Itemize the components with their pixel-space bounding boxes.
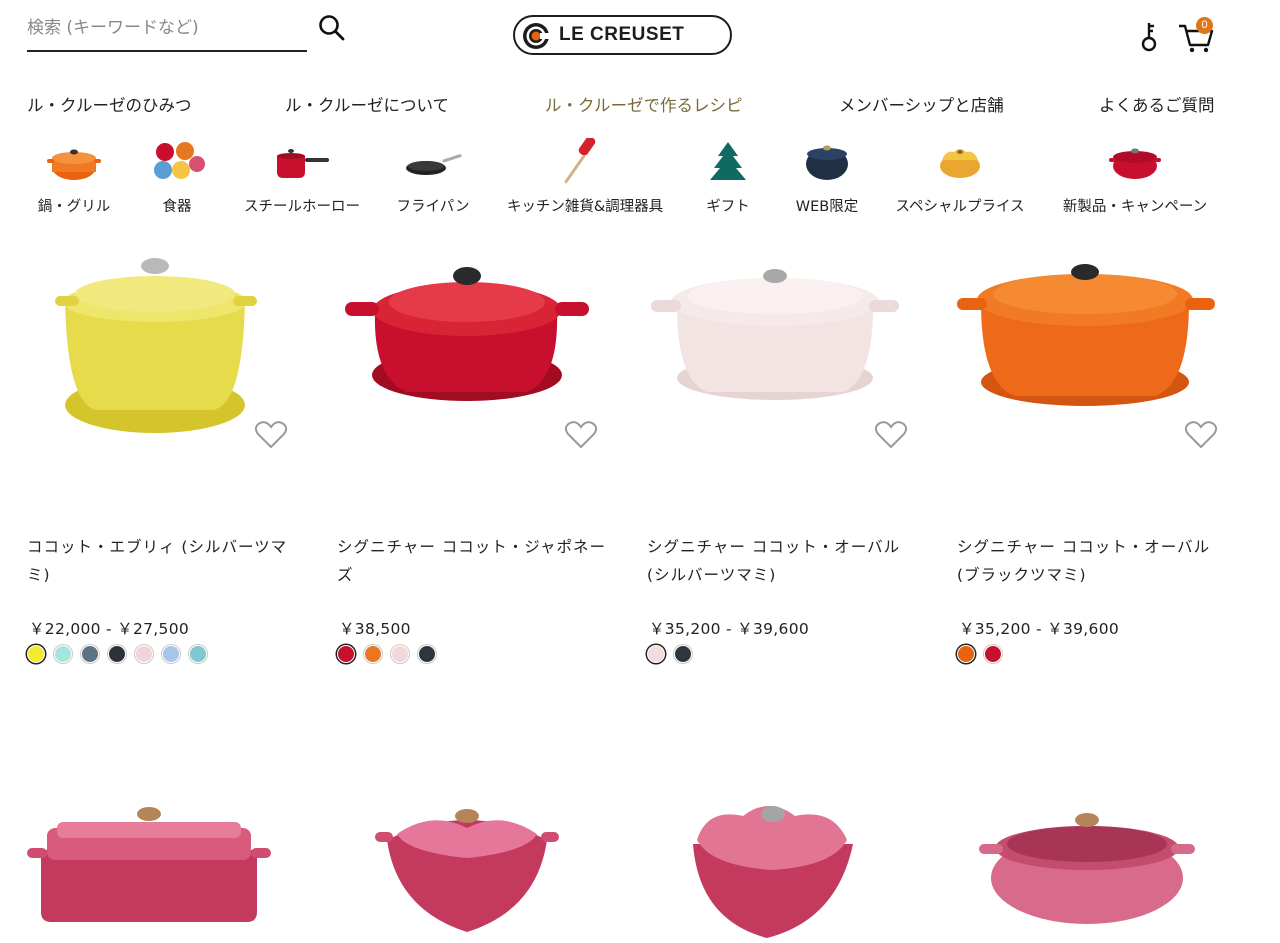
product-image[interactable]: [27, 800, 317, 943]
product-card: [337, 800, 627, 943]
search-input[interactable]: [27, 12, 297, 44]
category-label: キッチン雑貨&調理器具: [506, 199, 664, 215]
color-swatch[interactable]: [957, 645, 975, 663]
color-swatch[interactable]: [162, 645, 180, 663]
product-card: シグニチャー ココット・ジャポネーズ ￥38,500: [337, 250, 627, 670]
product-card: [957, 800, 1247, 943]
main-nav: ル・クルーゼのひみつ ル・クルーゼについて ル・クルーゼで作るレシピ メンバーシ…: [27, 92, 1220, 120]
color-swatch[interactable]: [337, 645, 355, 663]
plates-icon: [154, 142, 205, 179]
le-creuset-logo[interactable]: LE CREUSET: [513, 15, 732, 55]
product-image[interactable]: [337, 800, 627, 943]
color-swatches: [957, 645, 1002, 663]
product-price: ￥35,200 - ￥39,600: [649, 620, 810, 638]
nav-about[interactable]: ル・クルーゼについて: [285, 92, 449, 116]
nav-recipes[interactable]: ル・クルーゼで作るレシピ: [545, 92, 743, 116]
product-image[interactable]: [27, 250, 317, 490]
favorite-heart-icon[interactable]: [874, 420, 908, 450]
category-new-campaign[interactable]: 新製品・キャンペーン: [1060, 138, 1210, 218]
product-image[interactable]: [647, 250, 937, 490]
category-label: フライパン: [396, 199, 470, 215]
product-image[interactable]: [957, 800, 1247, 943]
logo-mark-icon: [523, 23, 550, 49]
navy-pot-icon: [806, 145, 848, 180]
color-swatch[interactable]: [189, 645, 207, 663]
red-pot-icon: [1109, 148, 1161, 179]
product-name[interactable]: シグニチャー ココット・オーバル (ブラックツマミ): [957, 533, 1227, 589]
product-card: [27, 800, 317, 943]
frying-pan-icon: [406, 154, 462, 175]
category-label: 鍋・グリル: [37, 199, 111, 215]
color-swatches: [337, 645, 436, 663]
color-swatch[interactable]: [364, 645, 382, 663]
nav-faq[interactable]: よくあるご質問: [1099, 92, 1215, 116]
color-swatch[interactable]: [108, 645, 126, 663]
category-label: WEB限定: [795, 199, 859, 215]
favorite-heart-icon[interactable]: [564, 420, 598, 450]
product-name[interactable]: シグニチャー ココット・オーバル (シルバーツマミ): [647, 533, 917, 589]
logo-text: LE CREUSET: [559, 24, 685, 45]
category-label: スペシャルプライス: [895, 199, 1025, 215]
search-bar: [27, 10, 307, 52]
login-key-icon[interactable]: [1136, 18, 1162, 54]
product-card: [647, 800, 937, 943]
nav-secrets[interactable]: ル・クルーゼのひみつ: [27, 92, 192, 116]
category-label: スチールホーロー: [244, 199, 360, 215]
product-price: ￥35,200 - ￥39,600: [959, 620, 1120, 638]
color-swatches: [647, 645, 692, 663]
category-pots-grills[interactable]: 鍋・グリル: [30, 138, 118, 218]
category-frying-pans[interactable]: フライパン: [393, 138, 473, 218]
tree-dish-icon: [710, 142, 746, 180]
search-icon[interactable]: [316, 12, 348, 44]
flower-pot-icon: [940, 149, 980, 178]
color-swatch[interactable]: [984, 645, 1002, 663]
category-label: 食器: [162, 199, 192, 215]
color-swatch[interactable]: [647, 645, 665, 663]
product-card: シグニチャー ココット・オーバル (ブラックツマミ) ￥35,200 - ￥39…: [957, 250, 1247, 670]
color-swatch[interactable]: [418, 645, 436, 663]
product-card: シグニチャー ココット・オーバル (シルバーツマミ) ￥35,200 - ￥39…: [647, 250, 937, 670]
spatula-icon: [564, 138, 596, 184]
category-gifts[interactable]: ギフト: [700, 138, 756, 218]
favorite-heart-icon[interactable]: [254, 420, 288, 450]
category-label: ギフト: [706, 199, 750, 215]
product-name[interactable]: ココット・エブリィ (シルバーツマミ): [27, 533, 297, 589]
color-swatch[interactable]: [27, 645, 45, 663]
color-swatch[interactable]: [81, 645, 99, 663]
color-swatch[interactable]: [391, 645, 409, 663]
category-kitchen-tools[interactable]: キッチン雑貨&調理器具: [503, 138, 667, 218]
product-image[interactable]: [337, 250, 627, 490]
color-swatches: [27, 645, 207, 663]
saucepan-icon: [277, 149, 329, 178]
color-swatch[interactable]: [135, 645, 153, 663]
category-steel-enamel[interactable]: スチールホーロー: [243, 138, 361, 218]
product-card: ココット・エブリィ (シルバーツマミ) ￥22,000 - ￥27,500: [27, 250, 317, 670]
cart-count-badge: 0: [1196, 17, 1213, 34]
product-name[interactable]: シグニチャー ココット・ジャポネーズ: [337, 533, 607, 589]
product-image[interactable]: [957, 250, 1247, 490]
category-web-exclusive[interactable]: WEB限定: [792, 138, 862, 218]
pot-icon: [47, 149, 101, 180]
product-image[interactable]: [647, 800, 937, 943]
nav-membership-stores[interactable]: メンバーシップと店舗: [839, 92, 1004, 116]
category-special-price[interactable]: スペシャルプライス: [890, 138, 1030, 218]
product-price: ￥22,000 - ￥27,500: [29, 620, 190, 638]
favorite-heart-icon[interactable]: [1184, 420, 1218, 450]
color-swatch[interactable]: [54, 645, 72, 663]
category-tableware[interactable]: 食器: [140, 138, 214, 218]
color-swatch[interactable]: [674, 645, 692, 663]
category-label: 新製品・キャンペーン: [1062, 199, 1208, 215]
product-price: ￥38,500: [339, 620, 411, 638]
